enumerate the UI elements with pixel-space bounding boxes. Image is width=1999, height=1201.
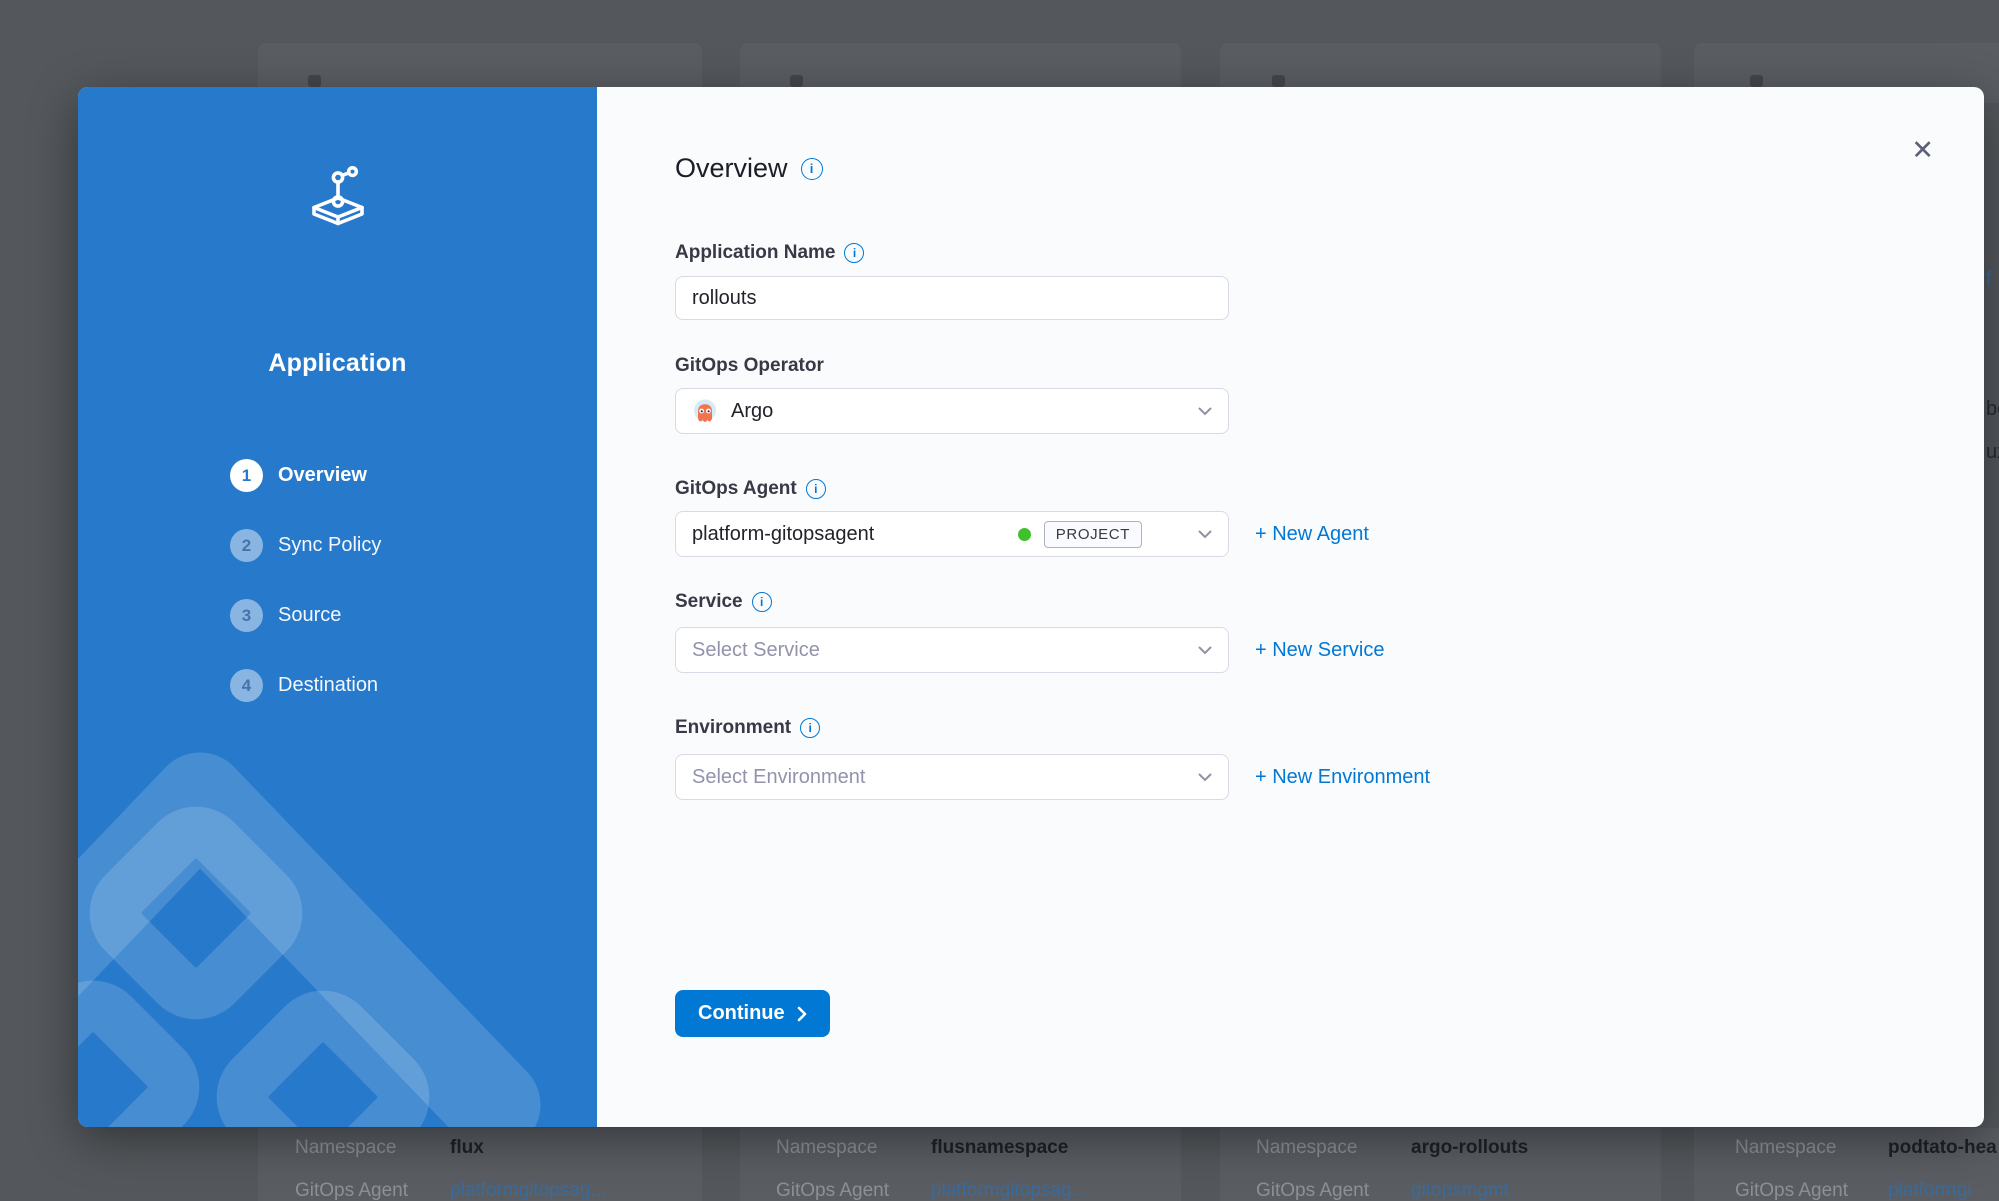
create-application-dialog: Application 1 Overview 2 Sync Policy 3 S… [78, 87, 1984, 1127]
new-agent-button[interactable]: + New Agent [1255, 523, 1369, 546]
service-label: Service [675, 591, 743, 613]
chevron-down-icon [1198, 407, 1212, 416]
gitops-operator-label: GitOps Operator [675, 355, 824, 377]
gitops-agent-label-row: GitOps Agent i [675, 478, 826, 500]
gitops-agent-link: platformgi [1888, 1180, 1971, 1201]
scope-badge: PROJECT [1044, 521, 1142, 548]
namespace-value: flusnamespace [931, 1137, 1068, 1159]
gitops-agent-label: GitOps Agent [675, 478, 797, 500]
application-name-label-row: Application Name i [675, 242, 864, 264]
info-icon[interactable]: i [806, 479, 826, 499]
info-icon[interactable]: i [800, 718, 820, 738]
step-label: Sync Policy [278, 534, 381, 557]
continue-button[interactable]: Continue [675, 990, 830, 1037]
gitops-agent-label: GitOps Agent [295, 1180, 408, 1201]
wizard-sidebar: Application 1 Overview 2 Sync Policy 3 S… [78, 87, 597, 1127]
argo-octopus-icon [692, 398, 718, 424]
info-icon[interactable]: i [801, 158, 823, 180]
close-icon[interactable]: ✕ [1907, 133, 1938, 168]
gitops-operator-label-row: GitOps Operator [675, 355, 824, 377]
step-number: 3 [230, 599, 263, 632]
step-number: 2 [230, 529, 263, 562]
step-number: 1 [230, 459, 263, 492]
step-label: Source [278, 604, 341, 627]
gitops-agent-label: GitOps Agent [1256, 1180, 1369, 1201]
app-icon [1750, 75, 1763, 87]
gitops-operator-select[interactable]: Argo [675, 388, 1229, 434]
namespace-label: Namespace [1256, 1137, 1357, 1159]
step-sync-policy[interactable]: 2 Sync Policy [230, 529, 381, 562]
chevron-right-icon [797, 1006, 807, 1022]
screen: Namespace flux GitOps Agent platformgito… [0, 0, 1999, 1201]
service-placeholder: Select Service [692, 639, 820, 662]
gitops-agent-link: gitopsmgmt [1411, 1180, 1509, 1201]
page-title: Overview [675, 153, 788, 184]
new-service-button[interactable]: + New Service [1255, 639, 1385, 662]
namespace-value: podtato-hea [1888, 1137, 1997, 1159]
environment-label-row: Environment i [675, 717, 820, 739]
step-number: 4 [230, 669, 263, 702]
namespace-label: Namespace [295, 1137, 396, 1159]
page-title-row: Overview i [675, 153, 823, 184]
gitops-agent-label: GitOps Agent [776, 1180, 889, 1201]
chevron-down-icon [1198, 646, 1212, 655]
info-icon[interactable]: i [844, 243, 864, 263]
service-select[interactable]: Select Service [675, 627, 1229, 673]
service-label-row: Service i [675, 591, 772, 613]
gitops-operator-value: Argo [731, 400, 773, 423]
application-name-input[interactable] [675, 276, 1229, 320]
overview-step-panel: ✕ Overview i Application Name i GitOps O… [597, 87, 1984, 1127]
chevron-down-icon [1198, 773, 1212, 782]
wizard-title: Application [78, 349, 597, 378]
chevron-down-icon [1198, 530, 1212, 539]
app-icon [1272, 75, 1285, 87]
namespace-label: Namespace [776, 1137, 877, 1159]
step-overview[interactable]: 1 Overview [230, 459, 381, 492]
info-icon[interactable]: i [752, 592, 772, 612]
gitops-agent-label: GitOps Agent [1735, 1180, 1848, 1201]
namespace-label: Namespace [1735, 1137, 1836, 1159]
environment-label: Environment [675, 717, 791, 739]
wizard-steps: 1 Overview 2 Sync Policy 3 Source 4 Dest… [230, 459, 381, 739]
gitops-agent-value: platform-gitopsagent [692, 523, 874, 546]
app-icon [790, 75, 803, 87]
step-label: Overview [278, 464, 367, 487]
edge-text-fragment: ux [1986, 441, 1999, 464]
gitops-agent-link: platformgitopsag... [450, 1180, 606, 1201]
step-label: Destination [278, 674, 378, 697]
namespace-value: flux [450, 1137, 484, 1159]
environment-placeholder: Select Environment [692, 766, 865, 789]
harness-logo-watermark [78, 737, 597, 1127]
gitops-agent-link: platformgitopsag... [931, 1180, 1087, 1201]
step-destination[interactable]: 4 Destination [230, 669, 381, 702]
continue-label: Continue [698, 1002, 785, 1025]
gitops-agent-select[interactable]: platform-gitopsagent PROJECT [675, 511, 1229, 557]
edge-text-fragment: be [1986, 398, 1999, 421]
step-source[interactable]: 3 Source [230, 599, 381, 632]
app-icon [308, 75, 321, 87]
edge-text-fragment: f [1986, 268, 1992, 291]
gitops-application-icon [305, 165, 371, 231]
new-environment-button[interactable]: + New Environment [1255, 766, 1430, 789]
application-name-label: Application Name [675, 242, 835, 264]
agent-healthy-status-dot [1018, 528, 1031, 541]
namespace-value: argo-rollouts [1411, 1137, 1528, 1159]
environment-select[interactable]: Select Environment [675, 754, 1229, 800]
